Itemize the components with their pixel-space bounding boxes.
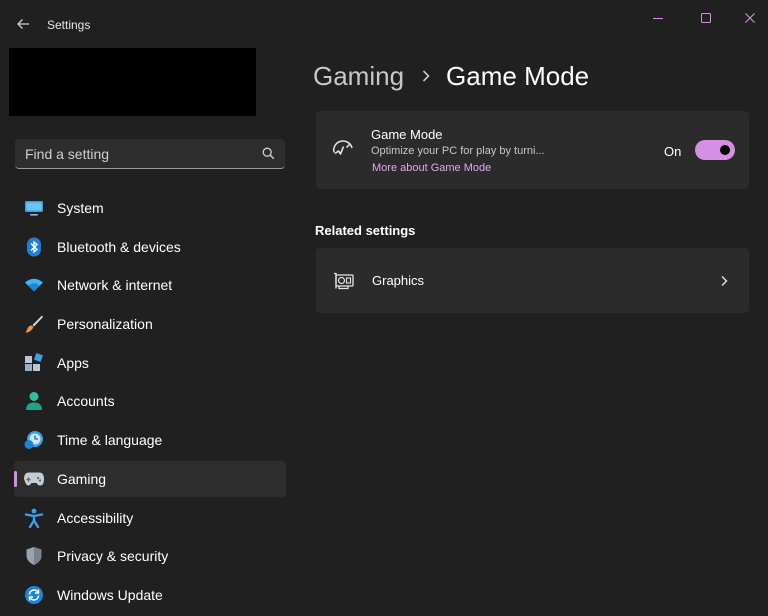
page-title: Game Mode xyxy=(446,60,590,91)
related-settings-heading: Related settings xyxy=(315,223,416,238)
game-mode-toggle[interactable] xyxy=(695,140,735,160)
sync-icon xyxy=(23,585,45,605)
graphics-settings-row[interactable]: Graphics xyxy=(316,248,749,313)
toggle-state-label: On xyxy=(664,144,682,159)
sidebar-item-label: Windows Update xyxy=(57,586,163,603)
sidebar-item-accessibility[interactable]: Accessibility xyxy=(14,500,286,536)
wifi-icon xyxy=(23,275,45,295)
sidebar-item-time-language[interactable]: Time & language xyxy=(14,422,286,458)
game-mode-description: Optimize your PC for play by turni... xyxy=(371,145,545,157)
sidebar-item-label: Privacy & security xyxy=(57,548,169,565)
sidebar-item-personalization[interactable]: Personalization xyxy=(14,306,286,342)
selection-indicator xyxy=(14,470,17,487)
minimize-icon[interactable] xyxy=(636,6,680,30)
more-about-game-mode-link[interactable]: More about Game Mode xyxy=(372,162,491,174)
sidebar-item-windows-update[interactable]: Windows Update xyxy=(14,577,286,613)
sidebar-item-system[interactable]: System xyxy=(14,190,286,226)
sidebar-item-gaming[interactable]: Gaming xyxy=(14,460,286,497)
game-mode-speedometer-icon xyxy=(332,139,354,162)
accessibility-icon xyxy=(23,508,45,528)
game-mode-card: Game Mode Optimize your PC for play by t… xyxy=(316,111,749,189)
search-icon[interactable] xyxy=(262,147,275,165)
sidebar-item-label: Accessibility xyxy=(57,509,134,526)
sidebar-item-apps[interactable]: Apps xyxy=(14,345,286,381)
graphics-card-icon xyxy=(333,272,355,295)
sidebar-item-network-internet[interactable]: Network & internet xyxy=(14,267,286,303)
sidebar-item-label: Accounts xyxy=(57,393,115,410)
clock-globe-icon xyxy=(23,430,45,450)
sidebar-item-label: System xyxy=(57,200,104,216)
sidebar-item-label: Personalization xyxy=(57,316,153,333)
maximize-icon[interactable] xyxy=(684,6,728,30)
search-input[interactable] xyxy=(25,145,255,163)
sidebar-item-privacy-security[interactable]: Privacy & security xyxy=(14,538,286,574)
paintbrush-icon xyxy=(23,314,45,334)
sidebar-item-label: Bluetooth & devices xyxy=(57,238,181,255)
back-arrow-icon[interactable] xyxy=(12,13,34,35)
sidebar-item-label: Apps xyxy=(57,354,89,371)
sidebar-item-bluetooth-devices[interactable]: Bluetooth & devices xyxy=(14,229,286,265)
breadcrumb: Gaming Game Mode xyxy=(313,58,589,94)
app-title: Settings xyxy=(47,18,91,32)
sidebar-nav: System Bluetooth & devices Network & int… xyxy=(14,190,286,616)
sidebar-item-label: Gaming xyxy=(57,470,107,487)
person-icon xyxy=(23,391,45,411)
search-box[interactable] xyxy=(15,139,285,169)
sidebar-item-label: Time & language xyxy=(57,432,163,449)
apps-icon xyxy=(23,352,45,373)
bluetooth-icon xyxy=(23,237,45,257)
account-profile-block[interactable] xyxy=(9,48,256,116)
toggle-knob xyxy=(720,145,730,155)
gamepad-icon xyxy=(23,469,45,489)
shield-icon xyxy=(23,546,45,566)
system-monitor-icon xyxy=(23,198,45,218)
sidebar-item-label: Network & internet xyxy=(57,277,173,294)
title-bar: Settings xyxy=(0,0,768,48)
game-mode-title: Game Mode xyxy=(371,127,443,142)
breadcrumb-parent[interactable]: Gaming xyxy=(313,61,404,92)
close-icon[interactable] xyxy=(728,6,768,30)
chevron-right-icon xyxy=(421,69,431,83)
chevron-right-icon xyxy=(720,274,728,292)
sidebar-item-accounts[interactable]: Accounts xyxy=(14,383,286,419)
graphics-label: Graphics xyxy=(372,273,425,288)
